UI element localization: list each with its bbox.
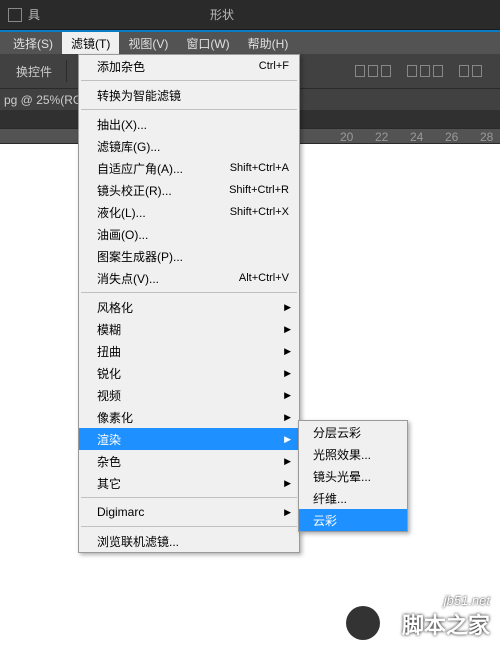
ruler-tick: 26 xyxy=(445,130,458,144)
shortcut: Ctrl+F xyxy=(259,60,289,72)
submenu-arrow-icon: ▶ xyxy=(284,346,291,357)
filter-menu-dropdown: 添加杂色Ctrl+F 转换为智能滤镜 抽出(X)... 滤镜库(G)... 自适… xyxy=(78,54,300,553)
menu-filter[interactable]: 滤镜(T) xyxy=(62,32,119,55)
menu-item-blur[interactable]: 模糊▶ xyxy=(79,318,299,340)
menu-window[interactable]: 窗口(W) xyxy=(177,32,238,55)
menu-separator xyxy=(81,292,297,293)
submenu-arrow-icon: ▶ xyxy=(284,390,291,401)
tool-icon xyxy=(8,8,22,22)
watermark-logo-icon xyxy=(346,606,380,640)
menu-item-noise[interactable]: 杂色▶ xyxy=(79,450,299,472)
render-submenu: 分层云彩 光照效果... 镜头光晕... 纤维... 云彩 xyxy=(298,420,408,532)
submenu-arrow-icon: ▶ xyxy=(284,302,291,313)
menu-item-browse-online[interactable]: 浏览联机滤镜... xyxy=(79,530,299,552)
shortcut: Shift+Ctrl+R xyxy=(229,184,289,196)
ruler-tick: 22 xyxy=(375,130,388,144)
shortcut: Shift+Ctrl+X xyxy=(230,206,289,218)
submenu-item-difference-clouds[interactable]: 分层云彩 xyxy=(299,421,407,443)
submenu-item-lighting-effects[interactable]: 光照效果... xyxy=(299,443,407,465)
menu-separator xyxy=(81,526,297,527)
align-group-3[interactable] xyxy=(459,65,482,77)
submenu-arrow-icon: ▶ xyxy=(284,507,291,518)
menu-item-stylize[interactable]: 风格化▶ xyxy=(79,296,299,318)
title-strip: 具 形状 xyxy=(0,0,500,30)
menu-item-digimarc[interactable]: Digimarc▶ xyxy=(79,501,299,523)
watermark-name: 脚本之家 xyxy=(402,608,490,640)
menu-item-lens-correction[interactable]: 镜头校正(R)...Shift+Ctrl+R xyxy=(79,179,299,201)
menu-item-oil-paint[interactable]: 油画(O)... xyxy=(79,223,299,245)
ruler-tick: 20 xyxy=(340,130,353,144)
submenu-arrow-icon: ▶ xyxy=(284,434,291,445)
separator xyxy=(66,60,67,82)
tool-label: 具 xyxy=(28,6,40,23)
submenu-item-clouds[interactable]: 云彩 xyxy=(299,509,407,531)
submenu-item-lens-flare[interactable]: 镜头光晕... xyxy=(299,465,407,487)
watermark-url: jb51.net xyxy=(402,593,490,608)
submenu-arrow-icon: ▶ xyxy=(284,412,291,423)
align-group-1[interactable] xyxy=(355,65,391,77)
menu-select[interactable]: 选择(S) xyxy=(4,32,62,55)
menu-item-render[interactable]: 渲染▶ xyxy=(79,428,299,450)
submenu-item-fibers[interactable]: 纤维... xyxy=(299,487,407,509)
submenu-arrow-icon: ▶ xyxy=(284,456,291,467)
menu-item-smart-filter[interactable]: 转换为智能滤镜 xyxy=(79,84,299,106)
menu-item-sharpen[interactable]: 锐化▶ xyxy=(79,362,299,384)
menu-item-liquify[interactable]: 液化(L)...Shift+Ctrl+X xyxy=(79,201,299,223)
shortcut: Shift+Ctrl+A xyxy=(230,162,289,174)
submenu-arrow-icon: ▶ xyxy=(284,324,291,335)
swap-controls-label[interactable]: 换控件 xyxy=(8,63,60,80)
watermark: jb51.net 脚本之家 xyxy=(402,593,490,640)
menu-separator xyxy=(81,109,297,110)
shortcut: Alt+Ctrl+V xyxy=(239,272,289,284)
menu-item-add-noise[interactable]: 添加杂色Ctrl+F xyxy=(79,55,299,77)
menu-separator xyxy=(81,497,297,498)
menu-item-distort[interactable]: 扭曲▶ xyxy=(79,340,299,362)
menu-item-other[interactable]: 其它▶ xyxy=(79,472,299,494)
align-icons xyxy=(355,65,482,77)
menu-item-adaptive-wide-angle[interactable]: 自适应广角(A)...Shift+Ctrl+A xyxy=(79,157,299,179)
menu-item-pattern-maker[interactable]: 图案生成器(P)... xyxy=(79,245,299,267)
menu-help[interactable]: 帮助(H) xyxy=(239,32,298,55)
submenu-arrow-icon: ▶ xyxy=(284,368,291,379)
align-group-2[interactable] xyxy=(407,65,443,77)
submenu-arrow-icon: ▶ xyxy=(284,478,291,489)
menu-item-video[interactable]: 视频▶ xyxy=(79,384,299,406)
menu-item-pixelate[interactable]: 像素化▶ xyxy=(79,406,299,428)
menu-item-filter-gallery[interactable]: 滤镜库(G)... xyxy=(79,135,299,157)
ruler-tick: 24 xyxy=(410,130,423,144)
menu-item-extract[interactable]: 抽出(X)... xyxy=(79,113,299,135)
shape-label: 形状 xyxy=(210,6,234,23)
ruler-tick: 28 xyxy=(480,130,493,144)
menu-view[interactable]: 视图(V) xyxy=(119,32,177,55)
menu-item-vanishing-point[interactable]: 消失点(V)...Alt+Ctrl+V xyxy=(79,267,299,289)
menu-bar: 选择(S) 滤镜(T) 视图(V) 窗口(W) 帮助(H) xyxy=(0,32,500,54)
menu-separator xyxy=(81,80,297,81)
